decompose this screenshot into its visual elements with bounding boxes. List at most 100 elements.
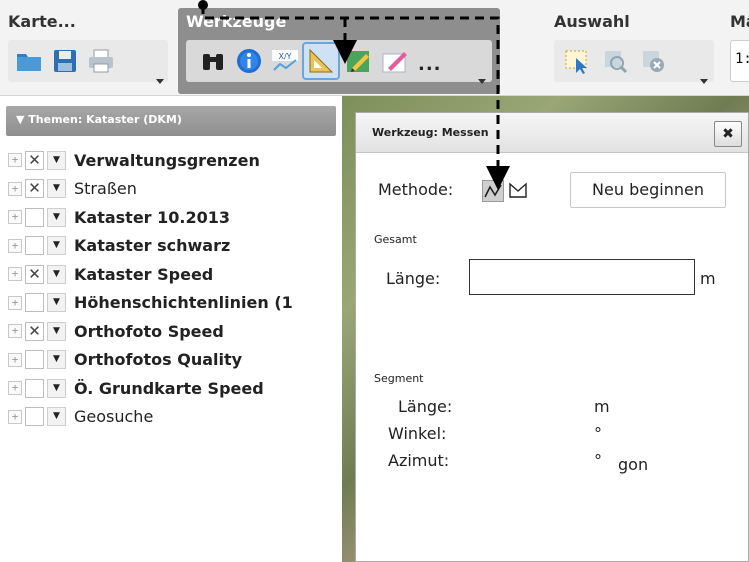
karte-dropdown-arrow-icon[interactable] [156,70,164,84]
close-button[interactable]: ✖ [714,121,742,147]
pencil-edit-icon [347,51,369,72]
azimuth-gon-unit: gon [618,455,649,474]
layer-row[interactable]: + ▼ Höhenschichtenlinien (1 [8,289,342,318]
expand-plus-icon[interactable]: + [8,267,22,282]
total-section-label: Gesamt [374,233,417,246]
edit-annotation-button[interactable] [344,46,374,76]
expand-plus-icon[interactable]: + [8,238,22,253]
expand-plus-icon[interactable]: + [8,352,22,367]
layer-menu-icon[interactable]: ▼ [47,321,66,341]
new-measurement-button[interactable]: Neu beginnen [570,172,726,208]
azimuth-label: Azimut: [388,451,450,470]
layer-row[interactable]: + ▼ Ö. Grundkarte Speed [8,374,342,403]
layer-menu-icon[interactable]: ▼ [47,150,66,170]
layer-row[interactable]: + ✕ ▼ Verwaltungsgrenzen [8,146,342,175]
layer-label: Orthofotos Quality [74,350,243,370]
measure-dialog: Werkzeug: Messen ✖ Methode: Neu beginnen… [355,112,749,562]
segment-length-unit: m [594,397,610,416]
layer-label: Höhenschichtenlinien (1 [74,293,293,313]
layer-visibility-checkbox[interactable]: ✕ [25,150,44,170]
karte-group: Karte... [0,8,172,94]
info-button[interactable] [234,46,264,76]
layer-visibility-checkbox[interactable] [25,407,44,427]
expand-plus-icon[interactable]: + [8,181,22,196]
sketch-pen-icon [382,52,407,73]
polygon-area-icon [509,182,527,198]
save-disk-icon [54,50,76,72]
dialog-title: Werkzeug: Messen [372,126,489,139]
total-length-field[interactable] [469,259,695,295]
layer-visibility-checkbox[interactable]: ✕ [25,321,44,341]
werkzeuge-group-title: Werkzeuge [186,12,287,31]
layer-menu-icon[interactable]: ▼ [47,407,66,427]
svg-text:X/Y: X/Y [278,52,291,61]
expand-plus-icon[interactable]: + [8,153,22,168]
layer-label: Ö. Grundkarte Speed [74,378,264,398]
expand-plus-icon[interactable]: + [8,210,22,225]
layer-menu-icon[interactable]: ▼ [47,264,66,284]
layer-visibility-checkbox[interactable] [25,207,44,227]
layer-row[interactable]: + ✕ ▼ Straßen [8,175,342,204]
zoom-select-icon [605,51,628,74]
layer-visibility-checkbox[interactable] [25,378,44,398]
print-button[interactable] [86,46,116,76]
layer-menu-icon[interactable]: ▼ [47,293,66,313]
auswahl-dropdown-arrow-icon[interactable] [700,70,708,84]
dialog-header: Werkzeug: Messen ✖ [356,113,748,153]
layer-visibility-checkbox[interactable] [25,236,44,256]
massstab-group-title: Ma [730,12,749,31]
layer-menu-icon[interactable]: ▼ [47,236,66,256]
layer-visibility-checkbox[interactable]: ✕ [25,264,44,284]
save-button[interactable] [50,46,80,76]
themes-panel: ▼ Themen: Kataster (DKM) + ✕ ▼ Verwaltungsg… [0,106,342,562]
themes-header-label: Themen: Kataster (DKM) [28,113,182,126]
themes-header[interactable]: ▼ Themen: Kataster (DKM) [6,106,336,136]
layer-row[interactable]: + ▼ Kataster 10.2013 [8,203,342,232]
expand-plus-icon[interactable]: + [8,324,22,339]
expand-plus-icon[interactable]: + [8,295,22,310]
layer-visibility-checkbox[interactable] [25,293,44,313]
layer-menu-icon[interactable]: ▼ [47,179,66,199]
expand-plus-icon[interactable]: + [8,381,22,396]
scale-value: 1: [735,51,749,67]
expand-plus-icon[interactable]: + [8,409,22,424]
layer-label: Verwaltungsgrenzen [74,150,260,170]
werkzeuge-dropdown-arrow-icon[interactable] [478,70,486,84]
select-rectangle-icon [565,50,587,74]
ruler-measure-icon [309,48,334,73]
info-icon [237,49,261,73]
method-area-button[interactable] [508,180,530,202]
open-folder-button[interactable] [14,46,44,76]
search-binoculars-button[interactable] [198,46,228,76]
layer-row[interactable]: + ✕ ▼ Kataster Speed [8,260,342,289]
select-rectangle-button[interactable] [562,46,592,76]
draw-sketch-button[interactable] [380,46,410,76]
auswahl-group-body [554,40,714,84]
layer-visibility-checkbox[interactable]: ✕ [25,179,44,199]
printer-icon [89,49,113,73]
layer-list: + ✕ ▼ Verwaltungsgrenzen + ✕ ▼ Straßen + ▼ Kataste… [0,136,342,431]
layer-row[interactable]: + ▼ Orthofotos Quality [8,346,342,375]
layer-menu-icon[interactable]: ▼ [47,350,66,370]
layer-label: Kataster Speed [74,264,214,284]
layer-row[interactable]: + ▼ Kataster schwarz [8,232,342,261]
layer-label: Geosuche [74,407,154,427]
massstab-group: Ma 1: [722,8,749,94]
layer-menu-icon[interactable]: ▼ [47,207,66,227]
karte-group-title: Karte... [8,12,76,31]
measure-tool-button[interactable] [302,42,340,80]
layer-visibility-checkbox[interactable] [25,350,44,370]
more-tools-button[interactable]: ... [418,54,442,75]
total-length-label: Länge: [386,269,441,288]
polyline-icon [484,184,502,198]
scale-input[interactable]: 1: [730,40,749,82]
clear-selection-button[interactable] [638,46,668,76]
layer-row[interactable]: + ▼ Geosuche [8,403,342,432]
select-zoom-button[interactable] [600,46,630,76]
layer-menu-icon[interactable]: ▼ [47,378,66,398]
layer-row[interactable]: + ✕ ▼ Orthofoto Speed [8,317,342,346]
method-line-button[interactable] [482,180,504,202]
coordinates-xy-button[interactable]: X/Y [270,46,300,76]
segment-length-label: Länge: [398,397,453,416]
auswahl-group-title: Auswahl [554,12,630,31]
